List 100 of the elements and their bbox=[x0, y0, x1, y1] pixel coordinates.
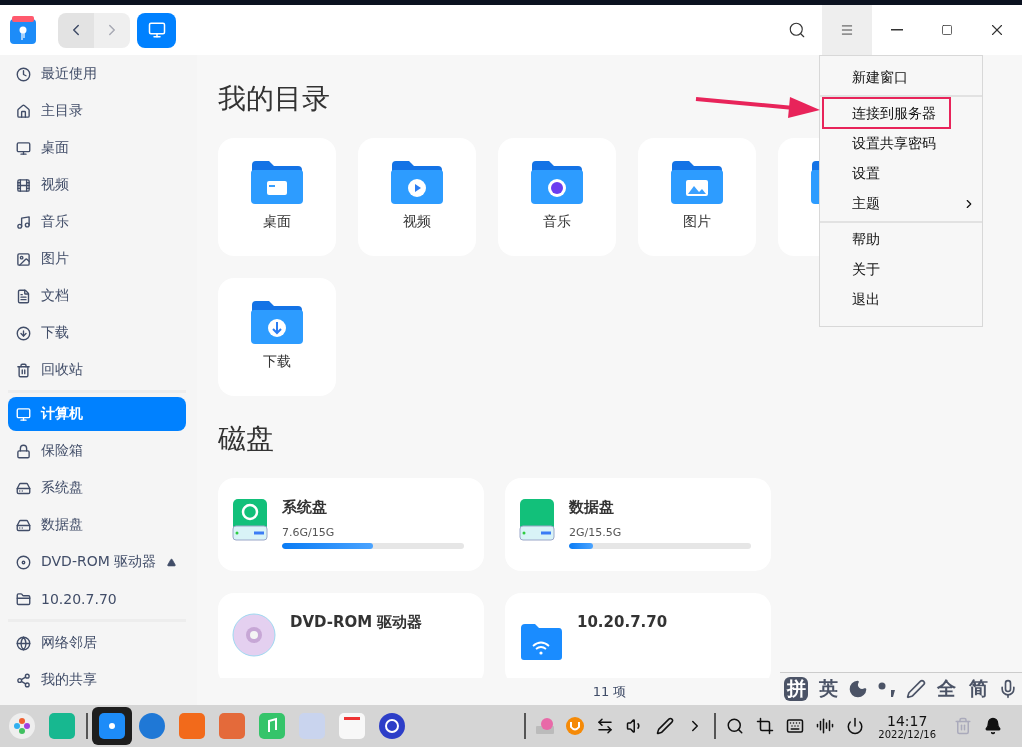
sidebar-item[interactable]: 视频 bbox=[8, 168, 186, 202]
menu-item[interactable]: 设置 bbox=[820, 159, 982, 189]
update-icon[interactable] bbox=[565, 716, 586, 736]
folder-icon bbox=[529, 159, 585, 205]
menu-item[interactable]: 退出 bbox=[820, 285, 982, 315]
disk-name: 10.20.7.70 bbox=[577, 613, 669, 633]
transfer-icon[interactable] bbox=[596, 717, 615, 735]
gear-icon bbox=[378, 712, 406, 740]
sidebar-item[interactable]: 网络邻居 bbox=[8, 626, 186, 660]
clock-time: 14:17 bbox=[887, 712, 928, 729]
input-mode-toggle[interactable]: 英 bbox=[816, 677, 840, 701]
screenshot-icon[interactable] bbox=[756, 717, 775, 735]
assistant-icon[interactable] bbox=[816, 717, 835, 735]
store-icon bbox=[178, 712, 206, 740]
sidebar-item[interactable]: 下载 bbox=[8, 316, 186, 350]
clock-date: 2022/12/16 bbox=[878, 728, 936, 740]
pen-icon[interactable] bbox=[906, 679, 926, 699]
music-icon bbox=[258, 712, 286, 740]
sidebar-item[interactable]: 10.20.7.70 bbox=[8, 582, 186, 616]
disk-card[interactable]: 10.20.7.70 bbox=[505, 593, 771, 678]
folder-card[interactable]: 图片 bbox=[638, 138, 756, 256]
computer-icon bbox=[16, 406, 31, 422]
monitor-icon bbox=[147, 21, 166, 39]
menu-icon bbox=[840, 23, 854, 37]
input-mode-toggle[interactable]: 全 bbox=[934, 677, 958, 701]
sidebar-item[interactable]: 我的共享 bbox=[8, 663, 186, 697]
browser-icon bbox=[138, 712, 166, 740]
drive-icon bbox=[519, 498, 555, 542]
menu-item[interactable]: 关于 bbox=[820, 255, 982, 285]
keyboard-layout-icon[interactable] bbox=[535, 716, 556, 736]
folder-card[interactable]: 音乐 bbox=[498, 138, 616, 256]
computer-view-button[interactable] bbox=[137, 12, 176, 48]
drive-icon bbox=[232, 498, 268, 542]
folder-card[interactable]: 视频 bbox=[358, 138, 476, 256]
video-icon bbox=[16, 177, 31, 193]
eject-icon[interactable] bbox=[167, 557, 176, 567]
disk-card[interactable]: 系统盘 7.6G/15G bbox=[218, 478, 484, 571]
folder-card[interactable]: 下载 bbox=[218, 278, 336, 396]
music-icon bbox=[16, 214, 31, 230]
maximize-icon bbox=[941, 24, 953, 36]
menu-item[interactable]: 连接到服务器 bbox=[820, 99, 982, 129]
section-title: 磁盘 bbox=[218, 421, 274, 457]
sidebar-item[interactable]: 系统盘 bbox=[8, 471, 186, 505]
contacts-icon bbox=[298, 712, 326, 740]
home-icon bbox=[16, 103, 31, 119]
disk-usage: 2G/15.5G bbox=[569, 526, 623, 539]
menu-item[interactable]: 设置共享密码 bbox=[820, 129, 982, 159]
input-mode-toggle[interactable]: 简 bbox=[966, 677, 990, 701]
input-mode-toggle[interactable]: 拼 bbox=[784, 677, 808, 701]
sidebar-item[interactable]: 音乐 bbox=[8, 205, 186, 239]
desktop-icon bbox=[16, 140, 31, 156]
disc-icon bbox=[232, 613, 276, 657]
menu-button[interactable] bbox=[822, 5, 872, 55]
trash-icon bbox=[16, 362, 31, 378]
keyboard-icon[interactable] bbox=[786, 717, 805, 735]
minimize-icon bbox=[891, 29, 903, 31]
disk-name: 系统盘 bbox=[282, 498, 328, 518]
network-folder-icon bbox=[519, 623, 563, 661]
bell-icon[interactable] bbox=[984, 717, 1002, 735]
sidebar-item[interactable]: 回收站 bbox=[8, 353, 186, 387]
sidebar-item[interactable]: 计算机 bbox=[8, 397, 186, 431]
search-icon[interactable] bbox=[726, 717, 745, 735]
file-manager-icon bbox=[98, 712, 126, 740]
sidebar-item[interactable]: 桌面 bbox=[8, 131, 186, 165]
share-icon bbox=[16, 672, 31, 688]
power-icon[interactable] bbox=[846, 717, 865, 735]
disk-card[interactable]: DVD-ROM 驱动器 bbox=[218, 593, 484, 678]
section-title: 我的目录 bbox=[218, 81, 330, 117]
sidebar-item[interactable]: 图片 bbox=[8, 242, 186, 276]
file-manager-logo bbox=[9, 15, 37, 45]
vault-icon bbox=[16, 443, 31, 459]
disk-name: DVD-ROM 驱动器 bbox=[290, 613, 424, 633]
download-icon bbox=[16, 325, 31, 341]
folder-icon bbox=[669, 159, 725, 205]
recent-icon bbox=[16, 66, 31, 82]
picture-icon bbox=[16, 251, 31, 267]
network-icon bbox=[16, 635, 31, 651]
menu-item[interactable]: 帮助 bbox=[820, 225, 982, 255]
sidebar-item[interactable]: 最近使用 bbox=[8, 57, 186, 91]
network-folder-icon bbox=[16, 591, 31, 607]
app-launcher-icon bbox=[8, 712, 36, 740]
document-icon bbox=[16, 288, 31, 304]
microphone-icon[interactable] bbox=[998, 679, 1018, 699]
folder-icon bbox=[389, 159, 445, 205]
folder-icon bbox=[249, 159, 305, 205]
menu-item[interactable]: 新建窗口 bbox=[820, 63, 982, 93]
sidebar-item[interactable]: 保险箱 bbox=[8, 434, 186, 468]
moon-icon[interactable] bbox=[848, 679, 868, 699]
sidebar-item[interactable]: 文档 bbox=[8, 279, 186, 313]
disk-card[interactable]: 数据盘 2G/15.5G bbox=[505, 478, 771, 571]
disk-name: 数据盘 bbox=[569, 498, 615, 518]
photo-viewer-icon bbox=[218, 712, 246, 740]
folder-card[interactable]: 桌面 bbox=[218, 138, 336, 256]
sidebar-item[interactable]: 主目录 bbox=[8, 94, 186, 128]
menu-item[interactable]: 主题 bbox=[820, 189, 982, 219]
pen-icon[interactable] bbox=[656, 717, 675, 735]
folder-icon bbox=[249, 299, 305, 345]
taskbar-app[interactable] bbox=[92, 707, 132, 745]
sidebar-item[interactable]: DVD-ROM 驱动器 bbox=[8, 545, 186, 579]
sidebar-item[interactable]: 数据盘 bbox=[8, 508, 186, 542]
